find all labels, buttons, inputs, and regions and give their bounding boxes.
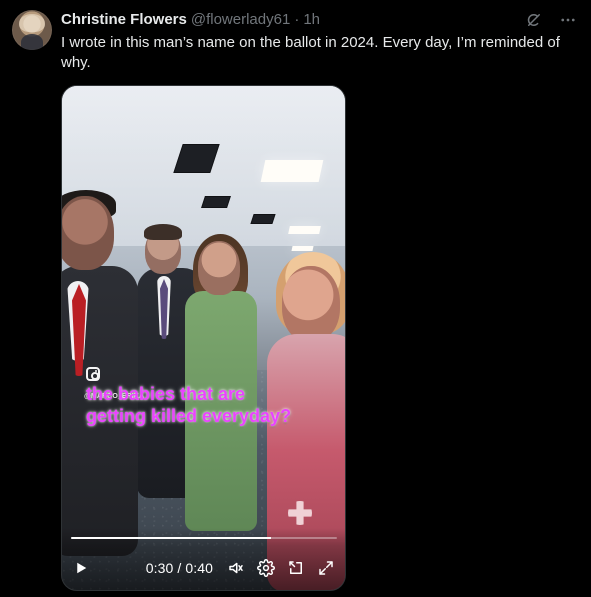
tweet-actions	[525, 10, 577, 30]
man-background-hair	[144, 224, 182, 240]
left-video-controls	[72, 559, 90, 577]
popout-icon[interactable]	[287, 559, 305, 577]
progress-fill	[71, 537, 271, 539]
play-icon[interactable]	[72, 559, 90, 577]
tweet-header: Christine Flowers @flowerlady61 · 1h	[61, 10, 320, 30]
woman-green-head	[198, 241, 240, 295]
man-foreground-head	[62, 196, 114, 270]
video-player[interactable]: @MARCO_ERIKA the babies that are getting…	[61, 85, 346, 591]
instagram-icon	[86, 367, 100, 381]
video-controls: 0:30 / 0:40	[62, 528, 345, 590]
volume-icon[interactable]	[227, 559, 245, 577]
timestamp-separator: ·	[294, 11, 300, 28]
settings-icon[interactable]	[257, 559, 275, 577]
avatar[interactable]	[12, 10, 52, 50]
video-controls-row: 0:30 / 0:40	[72, 556, 335, 580]
fullscreen-icon[interactable]	[317, 559, 335, 577]
more-icon[interactable]	[559, 11, 577, 29]
video-caption: the babies that are getting killed every…	[86, 384, 292, 426]
author-handle[interactable]: @flowerlady61	[191, 10, 290, 30]
right-video-controls: 0:30 / 0:40	[146, 559, 335, 577]
grok-icon[interactable]	[525, 11, 543, 29]
woman-pink-head	[282, 266, 340, 342]
timestamp[interactable]: 1h	[303, 10, 320, 30]
video-frame: @MARCO_ERIKA the babies that are getting…	[62, 86, 345, 590]
author-name[interactable]: Christine Flowers	[61, 10, 187, 30]
progress-bar[interactable]	[71, 537, 337, 539]
tweet-card: Christine Flowers @flowerlady61 · 1h I w…	[0, 0, 591, 597]
tweet-text: I wrote in this man’s name on the ballot…	[61, 34, 565, 71]
video-time: 0:30 / 0:40	[145, 560, 213, 576]
